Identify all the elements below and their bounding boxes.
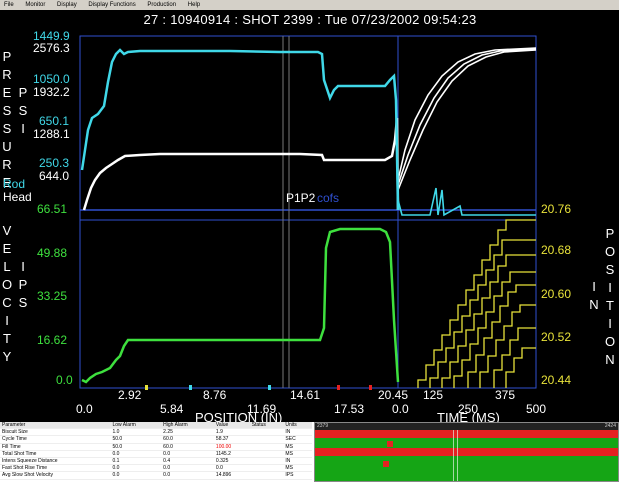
shot-parameters-table: Parameter Low Alarm High Alarm Value Sta… (0, 422, 312, 480)
velocity-trace (81, 227, 400, 384)
x-pos-tick-5.84: 5.84 (160, 402, 184, 416)
table-header: Parameter Low Alarm High Alarm Value Sta… (0, 422, 312, 430)
position-axis-label: POSITION (604, 226, 616, 367)
rod-pressure-trace (80, 48, 400, 211)
head-tick-1: 1932.2 (33, 85, 70, 99)
x-pos-tick-17.53: 17.53 (334, 402, 365, 416)
marker-red (337, 385, 340, 390)
position-tick-3: 20.52 (541, 330, 572, 344)
table-row[interactable]: Biscuit Size 1.0 2.25 1.9 IN (0, 428, 312, 437)
shot-trace-screen: 27 : 10940914 : SHOT 2399 : Tue 07/23/20… (0, 10, 619, 425)
position-tick-4: 20.44 (541, 373, 572, 387)
head-tick-3: 644.0 (39, 169, 70, 183)
col-low-alarm: Low Alarm (110, 422, 162, 430)
x-pos-tick-8.76: 8.76 (203, 388, 227, 402)
table-row[interactable]: Intens Squeeze Distance 0.1 0.4 0.325 IN (0, 457, 312, 466)
pressure-axis-label: PRESSURE (2, 49, 12, 190)
x-pos-tick-20.45: 20.45 (378, 388, 409, 402)
x-time-tick-375: 375 (495, 388, 516, 402)
cofs-marker-label: cofs (317, 191, 340, 205)
strip-marker-line (453, 430, 454, 481)
velocity-unit-label: IPS (18, 259, 28, 310)
status-cell-red-2 (383, 461, 389, 467)
rod-pressure-time (397, 187, 536, 217)
x-time-tick-0: 0.0 (392, 402, 409, 416)
x-pos-tick-14.61: 14.61 (290, 388, 321, 402)
marker-red-2 (369, 385, 372, 390)
status-cell-red (387, 441, 393, 447)
p1p2-marker-label: P1P2 (286, 191, 316, 205)
x-pos-tick-0.0: 0.0 (76, 402, 93, 416)
marker-cyan-2 (268, 385, 271, 390)
x-time-tick-125: 125 (423, 388, 444, 402)
strip-header: 2379 2424 (315, 423, 618, 430)
velocity-tick-4: 0.0 (56, 373, 73, 387)
col-value: Value (213, 422, 250, 430)
velocity-frame (79, 209, 537, 389)
strip-start-label: 2379 (317, 423, 329, 429)
strip-end-label: 2424 (604, 423, 616, 429)
status-band-red-mid (315, 448, 618, 456)
position-tick-1: 20.68 (541, 243, 572, 257)
rod-tick-1: 1050.0 (33, 72, 70, 86)
x-pos-tick-2.92: 2.92 (118, 388, 142, 402)
menu-monitor[interactable]: Monitor (25, 2, 45, 8)
head-legend: Head (3, 190, 32, 204)
menu-help[interactable]: Help (188, 2, 200, 8)
shot-plot (79, 35, 537, 390)
col-high-alarm: High Alarm (161, 422, 214, 430)
table-row[interactable]: Cycle Time 50.0 60.0 58.37 SEC (0, 435, 312, 444)
position-traces (417, 219, 536, 388)
velocity-axis-label: VELOCITY (1, 223, 13, 364)
pressure-unit-label: PSI (18, 85, 28, 136)
bottom-panel: Parameter Low Alarm High Alarm Value Sta… (0, 422, 619, 482)
head-pressure-time-2 (397, 48, 537, 186)
marker-yellow (145, 385, 148, 390)
head-pressure-trace (82, 117, 400, 211)
x-time-tick-500: 500 (526, 402, 547, 416)
head-tick-0: 2576.3 (33, 41, 70, 55)
col-units: Units (283, 422, 312, 430)
velocity-tick-2: 33.25 (37, 289, 68, 303)
menu-display-functions[interactable]: Display Functions (88, 2, 135, 8)
table-row[interactable]: Total Shot Time 0.0 0.0 1145.2 MS (0, 450, 312, 458)
head-tick-2: 1288.1 (33, 127, 70, 141)
velocity-tick-1: 49.88 (37, 246, 68, 260)
position-tick-0: 20.76 (541, 202, 572, 216)
velocity-tick-0: 66.51 (37, 202, 68, 216)
menu-production[interactable]: Production (147, 2, 176, 8)
marker-cyan (189, 385, 192, 390)
menu-file[interactable]: File (4, 2, 14, 8)
table-row[interactable]: Fast Shot Rise Time 0.0 0.0 0.0 MS (0, 464, 312, 473)
velocity-tick-3: 16.62 (37, 333, 68, 347)
rod-legend: Rod (3, 177, 26, 191)
head-pressure-time-3 (397, 49, 537, 191)
menu-bar: File Monitor Display Display Functions P… (0, 0, 619, 10)
position-tick-2: 20.60 (541, 287, 572, 301)
position-unit-label: IN (589, 279, 599, 312)
shot-status-strip[interactable]: 2379 2424 (314, 422, 619, 482)
col-status: Status (249, 422, 284, 430)
rod-tick-2: 650.1 (39, 114, 70, 128)
menu-display[interactable]: Display (57, 2, 77, 8)
status-band-red-top (315, 430, 618, 438)
table-row[interactable]: Avg Slow Shot Velocity 0.0 0.0 14.896 IPS (0, 471, 312, 480)
rod-tick-3: 250.3 (39, 156, 70, 170)
app-window: File Monitor Display Display Functions P… (0, 0, 619, 482)
table-row[interactable]: Fill Time 50.0 60.0 100.00 MS (0, 443, 312, 451)
col-parameter: Parameter (0, 422, 111, 430)
strip-marker-line-2 (457, 430, 458, 481)
